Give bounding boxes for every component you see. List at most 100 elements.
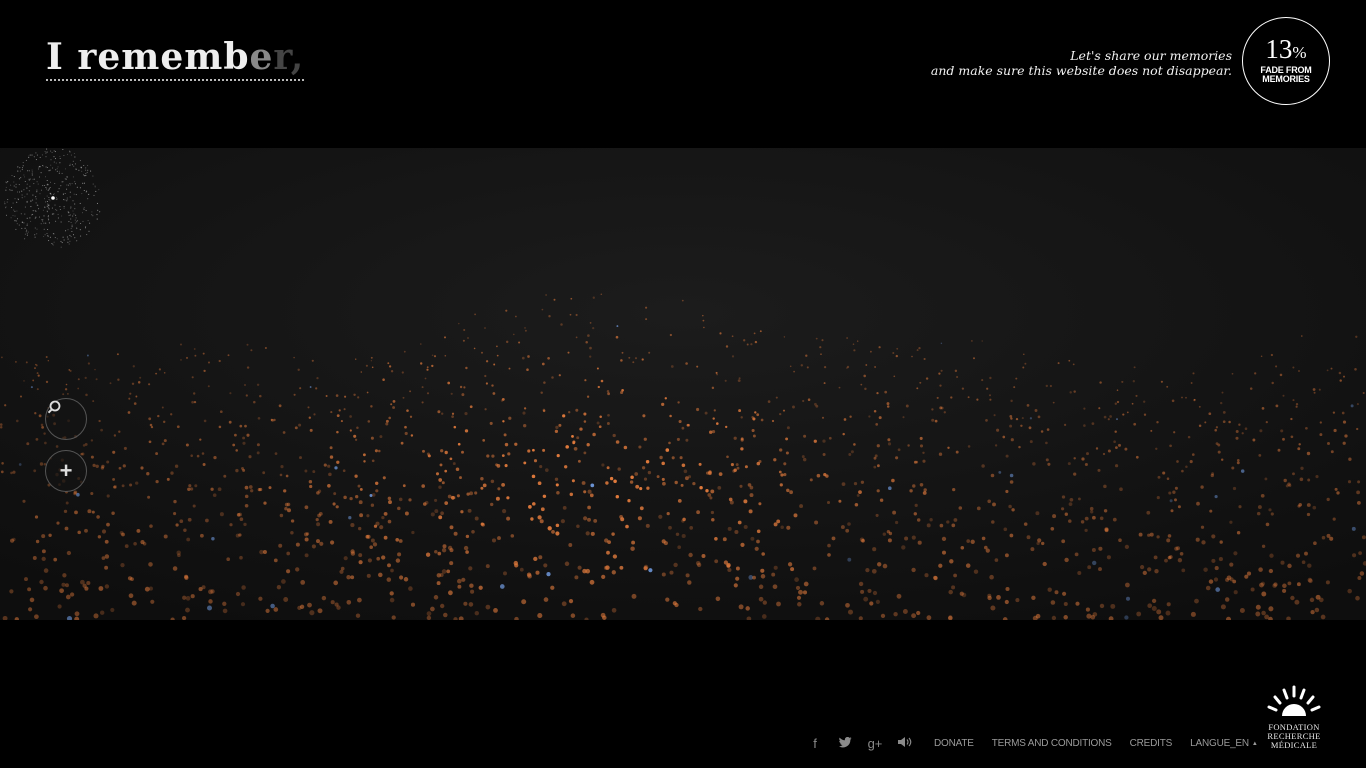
memory-particle [585,568,591,574]
credits-link[interactable]: CREDITS [1130,738,1173,749]
memory-particle [521,599,527,605]
minimap-dot [48,204,50,206]
memories-particle-field[interactable]: + [0,148,1366,620]
memory-particle [787,562,793,567]
memory-particle [1172,490,1176,494]
memory-particle [1297,504,1301,508]
memory-particle [590,483,595,488]
memory-particle [295,567,300,572]
memory-particle [593,518,598,523]
memory-particle [518,341,521,344]
terms-link[interactable]: TERMS AND CONDITIONS [992,738,1112,749]
memory-particle [1235,430,1239,433]
donate-link[interactable]: DONATE [934,738,974,749]
memory-particle [409,390,412,393]
memory-particle [401,371,404,374]
language-selector[interactable]: LANGUE_EN ▲ [1190,738,1258,749]
memory-particle [491,538,497,543]
minimap-dot [90,170,92,172]
memory-particle [868,415,871,418]
memory-particle [118,430,121,433]
memory-particle [372,542,378,547]
memory-particle [1042,561,1047,567]
minimap-globe[interactable] [0,148,106,252]
memory-particle [938,452,943,456]
minimap-dot [96,202,99,204]
memory-particle [1098,567,1102,572]
memory-particle [564,465,568,469]
memory-particle [464,412,468,416]
memory-particle [710,510,715,515]
minimap-dot [42,220,44,222]
memory-particle [1061,539,1066,544]
memory-particle [469,405,473,409]
memory-particle [819,601,825,606]
minimap-dot [70,154,72,156]
memory-particle [532,502,536,506]
memory-particle [981,536,986,541]
memory-particle [1124,615,1129,620]
memory-particle [789,490,793,495]
memory-particle [436,581,441,586]
memory-particle [188,484,192,488]
memory-particle [110,607,115,613]
memory-particle [677,545,682,550]
memory-particle [1165,610,1171,616]
memory-particle [621,388,624,392]
memory-particle [309,386,312,388]
memory-particle [671,456,675,460]
twitter-icon[interactable] [830,736,860,751]
memory-particle [191,376,194,379]
add-memory-button[interactable]: + [45,450,87,492]
memory-particle [1313,391,1316,394]
minimap-dot [66,188,68,190]
memory-particle [558,374,561,377]
memory-particle [592,432,596,437]
memory-particle [1213,577,1219,582]
memory-particle [1138,532,1143,537]
tagline: Let's share our memories and make sure t… [931,48,1232,78]
memory-particle [95,464,99,469]
memory-particle [543,381,546,384]
memory-particle [299,387,302,390]
search-button[interactable] [45,398,87,440]
memory-particle [297,368,300,371]
memory-particle [1318,388,1321,391]
memory-particle [966,539,971,543]
site-logo[interactable]: I remember, [46,36,305,81]
particle-field-canvas[interactable] [0,148,1366,620]
minimap-dot [35,152,37,154]
memory-particle [420,362,423,365]
memory-particle [1356,427,1359,431]
memory-particle [222,601,227,606]
memory-particle [1319,433,1323,437]
memory-particle [967,445,971,448]
minimap-dot [54,204,56,206]
sponsor-logo[interactable]: FONDATION RECHERCHE MÉDICALE [1262,684,1326,750]
memory-particle [73,490,78,495]
memory-particle [146,472,150,476]
memory-particle [317,489,322,493]
memory-particle [205,518,209,523]
memory-particle [1167,534,1172,538]
memory-particle [678,419,682,424]
memory-particle [951,523,956,528]
memory-particle [760,568,765,573]
memory-particle [533,556,538,562]
minimap-dot [71,183,73,185]
memory-particle [1310,609,1315,615]
memory-particle [1067,462,1071,466]
speaker-icon[interactable] [890,736,920,751]
memory-particle [857,340,859,342]
memory-particle [705,489,709,493]
memory-particle [1236,458,1240,462]
memory-particle [311,544,316,549]
memory-particle [1218,557,1223,562]
minimap-dot [37,183,39,185]
memory-particle [675,532,680,537]
facebook-icon[interactable]: f [800,736,830,751]
google-plus-icon[interactable]: g+ [860,736,890,751]
memory-particle [673,562,678,568]
memory-particle [782,409,786,412]
memory-particle [256,383,260,387]
